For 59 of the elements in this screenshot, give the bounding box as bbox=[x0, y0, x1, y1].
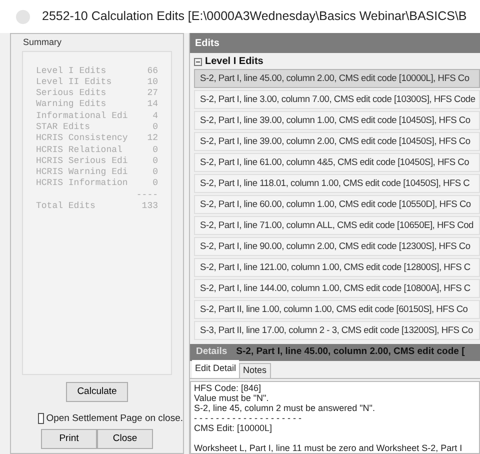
detail-line: S-2, line 45, column 2 must be answered "N". bbox=[194, 403, 375, 413]
summary-label: Level I Edits bbox=[36, 66, 106, 77]
summary-count: 12 bbox=[147, 133, 158, 145]
detail-line: - - - - - - - - - - - - - - - - - - - - bbox=[194, 413, 302, 423]
tab[interactable]: Notes bbox=[239, 363, 271, 378]
app-icon bbox=[16, 10, 30, 24]
edit-row[interactable]: S-2, Part I, line 45.00, column 2.00, CMS edit code [10000L], HFS Co bbox=[194, 69, 480, 88]
dialog-button[interactable]: Print bbox=[41, 429, 97, 449]
edit-row[interactable]: S-2, Part I, line 90.00, column 2.00, CMS edit code [12300S], HFS Co bbox=[194, 237, 480, 256]
summary-separator: ---- bbox=[136, 190, 158, 202]
summary-label: Informational Edi bbox=[36, 110, 128, 122]
checkbox-label: Open Settlement Page on close. bbox=[46, 412, 183, 426]
detail-line: HFS Code: [846] bbox=[194, 383, 262, 393]
edit-row[interactable]: S-2, Part I, line 3.00, column 7.00, CMS edit code [10300S], HFS Code bbox=[194, 90, 480, 109]
summary-label: Total Edits bbox=[36, 201, 96, 212]
summary-label: HCRIS Information bbox=[36, 178, 128, 190]
group-label: Level I Edits bbox=[205, 55, 264, 69]
edit-row[interactable]: S-2, Part I, line 60.00, column 1.00, CMS edit code [10550D], HFS Co bbox=[194, 195, 480, 214]
summary-label: Warning Edits bbox=[36, 99, 106, 111]
summary-count: 27 bbox=[147, 88, 158, 100]
summary-count: 0 bbox=[152, 178, 158, 190]
edit-row[interactable]: S-2, Part I, line 71.00, column ALL, CMS edit code [10650E], HFS Cod bbox=[194, 216, 480, 235]
edit-row[interactable]: S-2, Part I, line 121.00, column 1.00, CMS edit code [12800S], HFS C bbox=[194, 258, 480, 277]
summary-count: 133 bbox=[142, 201, 158, 212]
summary-count: 66 bbox=[147, 66, 158, 77]
details-heading: S-2, Part I, line 45.00, column 2.00, CMS edit code [ bbox=[236, 345, 465, 360]
edit-row[interactable]: S-2, Part II, line 1.00, column 1.00, CMS edit code [60150S], HFS Co bbox=[194, 300, 480, 319]
summary-label: STAR Edits bbox=[36, 122, 90, 134]
summary-label: HCRIS Warning Edi bbox=[36, 167, 128, 178]
calculate-button[interactable]: Calculate bbox=[66, 382, 128, 402]
window-title: 2552-10 Calculation Edits [E:\0000A3Wednesday\Basics Webinar\BASICS\B bbox=[42, 8, 467, 26]
summary-label: Serious Edits bbox=[36, 88, 106, 100]
summary-count: 10 bbox=[147, 76, 158, 88]
checkbox[interactable] bbox=[38, 413, 44, 424]
summary-count: 0 bbox=[152, 167, 158, 178]
summary-count: 0 bbox=[152, 156, 158, 168]
edit-row[interactable]: S-2, Part I, line 118.01, column 1.00, CMS edit code [10450S], HFS C bbox=[194, 174, 480, 193]
edit-row[interactable]: S-3, Part II, line 17.00, column 2 - 3, CMS edit code [13200S], HFS Co bbox=[194, 321, 480, 340]
summary-count: 4 bbox=[152, 110, 158, 122]
edit-row[interactable]: S-2, Part I, line 144.00, column 1.00, CMS edit code [10800A], HFS C bbox=[194, 279, 480, 298]
summary-label: HCRIS Relational bbox=[36, 144, 122, 156]
summary-title: Summary bbox=[22, 36, 63, 49]
detail-line: Value must be "N". bbox=[194, 393, 269, 403]
edit-row[interactable]: S-2, Part I, line 61.00, column 4&5, CMS edit code [10450S], HFS Co bbox=[194, 153, 480, 172]
tab[interactable]: Edit Detail bbox=[192, 360, 240, 378]
summary-count: 14 bbox=[147, 99, 158, 111]
summary-label: HCRIS Consistency bbox=[36, 133, 128, 145]
edit-row[interactable]: S-2, Part I, line 39.00, column 2.00, CMS edit code [10450S], HFS Co bbox=[194, 132, 480, 151]
summary-label: HCRIS Serious Edi bbox=[36, 156, 128, 168]
detail-line: CMS Edit: [10000L] bbox=[194, 423, 272, 433]
summary-count: 0 bbox=[152, 144, 158, 156]
collapse-icon[interactable] bbox=[194, 58, 202, 66]
summary-label: Level II Edits bbox=[36, 76, 112, 88]
edits-header: Edits bbox=[190, 33, 480, 53]
details-title: Details bbox=[196, 345, 228, 360]
dialog-button[interactable]: Close bbox=[97, 429, 153, 449]
summary-count: 0 bbox=[152, 122, 158, 134]
edit-row[interactable]: S-2, Part I, line 39.00, column 1.00, CMS edit code [10450S], HFS Co bbox=[194, 111, 480, 130]
detail-line: Worksheet L, Part I, line 11 must be zero and Worksheet S-2, Part I bbox=[194, 443, 462, 453]
